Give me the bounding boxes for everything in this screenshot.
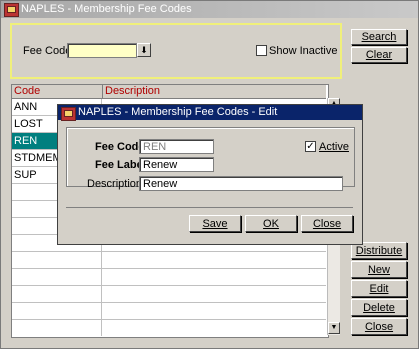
app-icon xyxy=(61,107,76,121)
fee-code-input[interactable] xyxy=(67,43,137,58)
dialog-save-button[interactable]: Save xyxy=(189,215,241,232)
search-panel: Fee Code ⬇ Show Inactive xyxy=(10,23,342,79)
close-button[interactable]: Close xyxy=(351,318,407,335)
delete-button[interactable]: Delete xyxy=(351,299,407,316)
fee-code-dropdown-button[interactable]: ⬇ xyxy=(137,43,151,57)
show-inactive-checkbox[interactable] xyxy=(256,45,267,56)
dialog-fee-code-label: Fee Code xyxy=(95,141,145,153)
column-header-code[interactable]: Code xyxy=(12,85,103,98)
scroll-down-icon[interactable]: ▼ xyxy=(328,322,340,334)
dialog-titlebar: NAPLES - Membership Fee Codes - Edit xyxy=(58,105,362,121)
edit-button[interactable]: Edit xyxy=(351,280,407,297)
edit-dialog: NAPLES - Membership Fee Codes - Edit Fee… xyxy=(57,104,363,245)
clear-button[interactable]: Clear xyxy=(351,47,407,63)
window-titlebar: NAPLES - Membership Fee Codes xyxy=(1,1,418,18)
dialog-ok-button[interactable]: OK xyxy=(245,215,297,232)
description-input[interactable]: Renew xyxy=(139,176,343,191)
fee-label-input[interactable]: Renew xyxy=(139,157,214,172)
down-arrow-icon: ⬇ xyxy=(140,45,148,55)
column-header-description[interactable]: Description xyxy=(103,85,325,98)
table-row-empty[interactable] xyxy=(12,320,326,337)
window-title: NAPLES - Membership Fee Codes xyxy=(21,3,192,15)
active-checkbox[interactable]: ✓ xyxy=(305,141,316,152)
active-label: Active xyxy=(319,141,349,153)
dialog-description-label: Description xyxy=(87,178,143,190)
show-inactive-label: Show Inactive xyxy=(269,45,338,57)
app-icon xyxy=(4,3,19,17)
dialog-fee-code-field: REN xyxy=(139,139,214,154)
table-row-empty[interactable] xyxy=(12,286,326,303)
table-row-empty[interactable] xyxy=(12,269,326,286)
table-row-empty[interactable] xyxy=(12,252,326,269)
fee-code-label: Fee Code xyxy=(23,45,72,57)
table-row-empty[interactable] xyxy=(12,303,326,320)
new-button[interactable]: New xyxy=(351,261,407,278)
dialog-close-button[interactable]: Close xyxy=(301,215,353,232)
search-button[interactable]: Search xyxy=(351,29,407,45)
table-header: Code Description xyxy=(12,85,326,99)
dialog-title: NAPLES - Membership Fee Codes - Edit xyxy=(78,106,278,118)
